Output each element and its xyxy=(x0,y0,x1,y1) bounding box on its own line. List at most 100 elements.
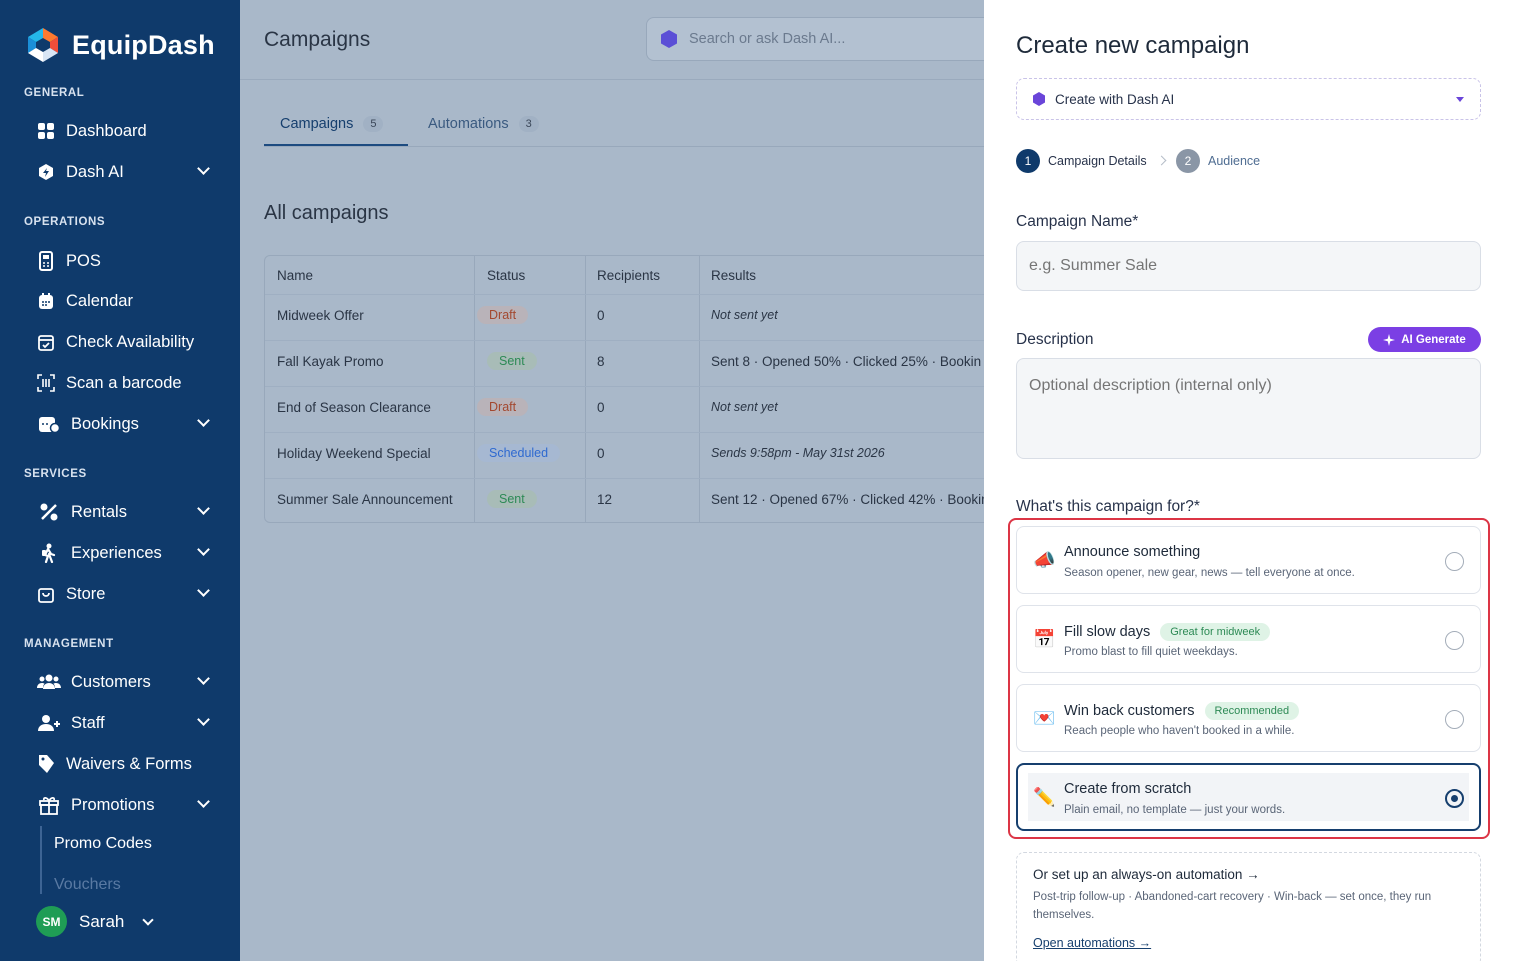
sidebar-item-rentals[interactable]: Rentals xyxy=(36,495,216,529)
sidebar-item-staff[interactable]: Staff xyxy=(36,706,216,740)
sidebar-item-label: Bookings xyxy=(71,414,139,433)
calendar-check-icon xyxy=(36,332,56,352)
sidebar-item-calendar[interactable]: Calendar xyxy=(36,284,216,318)
row-divider xyxy=(265,432,993,433)
sidebar-item-label: Promotions xyxy=(71,795,155,814)
recipients-count: 12 xyxy=(597,492,613,507)
row-divider xyxy=(265,478,993,479)
sidebar-item-store[interactable]: Store xyxy=(36,577,216,611)
chevron-down-icon xyxy=(142,913,155,926)
section-services: SERVICES xyxy=(24,468,87,480)
campaign-name-label: Campaign Name* xyxy=(1016,213,1139,230)
row-divider xyxy=(265,386,993,387)
shopping-bag-icon xyxy=(36,584,56,604)
campaign-name[interactable]: Midweek Offer xyxy=(277,308,364,323)
campaign-name[interactable]: End of Season Clearance xyxy=(277,400,431,415)
sidebar-item-bookings[interactable]: Bookings xyxy=(36,407,216,441)
chevron-down-icon xyxy=(197,162,210,175)
sidebar-item-waivers[interactable]: Waivers & Forms xyxy=(36,747,216,781)
pos-terminal-icon xyxy=(36,251,56,271)
chevron-down-icon xyxy=(197,672,210,685)
sidebar-item-promotions[interactable]: Promotions xyxy=(36,788,216,822)
purpose-label: What's this campaign for?* xyxy=(1016,498,1200,515)
create-campaign-drawer: Create new campaign Create with Dash AI … xyxy=(984,0,1513,961)
column-divider xyxy=(474,256,475,522)
sparkle-icon xyxy=(1383,333,1396,346)
sidebar-item-label: Calendar xyxy=(66,291,133,310)
sidebar-item-label: Dash AI xyxy=(66,162,124,181)
sidebar-item-experiences[interactable]: Experiences xyxy=(36,536,216,570)
chevron-down-icon xyxy=(197,713,210,726)
status-badge: Draft xyxy=(477,398,529,416)
sidebar-item-scan-barcode[interactable]: Scan a barcode xyxy=(36,366,216,400)
tab-automations[interactable]: Automations 3 xyxy=(428,116,539,132)
drawer-title: Create new campaign xyxy=(1016,32,1250,59)
campaigns-table: Name Status Recipients Results Midweek O… xyxy=(264,255,994,523)
sidebar-item-label: Scan a barcode xyxy=(66,373,182,392)
sidebar-item-label: Store xyxy=(66,584,106,603)
step-audience[interactable]: 2 Audience xyxy=(1176,149,1260,173)
highlight-box xyxy=(1008,518,1490,839)
tab-count: 3 xyxy=(518,116,539,132)
section-operations: OPERATIONS xyxy=(24,216,106,228)
open-automations-link[interactable]: Open automations → xyxy=(1033,936,1151,950)
bookings-icon xyxy=(36,414,61,434)
sidebar-item-check-availability[interactable]: Check Availability xyxy=(36,325,216,359)
tab-label: Automations xyxy=(428,116,509,132)
dash-ai-icon xyxy=(1033,92,1045,106)
sidebar-item-pos[interactable]: POS xyxy=(36,244,216,278)
logo-text: EquipDash xyxy=(72,29,215,60)
results-text: Sent 8 · Opened 50% · Clicked 25% · Book… xyxy=(711,354,982,369)
submenu-line xyxy=(40,826,42,894)
results-text: Not sent yet xyxy=(711,308,778,322)
hiker-icon xyxy=(36,543,61,563)
topbar: Campaigns Search or ask Dash AI... xyxy=(240,0,1006,80)
dash-ai-select[interactable]: Create with Dash AI xyxy=(1016,78,1481,120)
sidebar-item-label: Dashboard xyxy=(66,121,147,140)
sidebar: EquipDash GENERAL Dashboard Dash AI OPER… xyxy=(0,0,240,961)
section-management: MANAGEMENT xyxy=(24,638,114,650)
column-header[interactable]: Recipients xyxy=(597,268,660,283)
column-header[interactable]: Results xyxy=(711,268,756,283)
sidebar-subitem-promo-codes[interactable]: Promo Codes xyxy=(54,835,152,853)
logo[interactable]: EquipDash xyxy=(24,26,215,64)
dash-ai-icon xyxy=(661,30,677,48)
campaign-name[interactable]: Summer Sale Announcement xyxy=(277,492,453,507)
sidebar-item-label: Experiences xyxy=(71,543,162,562)
recipients-count: 0 xyxy=(597,308,605,323)
tag-icon xyxy=(36,754,56,774)
tab-label: Campaigns xyxy=(280,116,354,132)
sidebar-subitem-vouchers[interactable]: Vouchers xyxy=(54,876,121,894)
sidebar-item-dash-ai[interactable]: Dash AI xyxy=(36,155,216,189)
user-menu[interactable]: SM Sarah xyxy=(36,906,155,937)
chevron-right-icon xyxy=(1156,155,1167,166)
description-input[interactable] xyxy=(1016,358,1481,459)
automation-title[interactable]: Or set up an always-on automation → xyxy=(1033,867,1260,882)
step-number: 1 xyxy=(1016,149,1040,173)
sidebar-item-dashboard[interactable]: Dashboard xyxy=(36,114,216,148)
campaign-name-input[interactable] xyxy=(1016,241,1481,291)
step-campaign-details[interactable]: 1 Campaign Details xyxy=(1016,149,1147,173)
column-header[interactable]: Name xyxy=(277,268,313,283)
tab-campaigns[interactable]: Campaigns 5 xyxy=(280,116,384,132)
results-text: Sends 9:58pm - May 31st 2026 xyxy=(711,446,885,460)
chevron-down-icon xyxy=(197,543,210,556)
ai-generate-label: AI Generate xyxy=(1401,333,1466,346)
status-badge: Sent xyxy=(487,490,537,508)
description-label: Description xyxy=(1016,331,1094,348)
tabs: Campaigns 5 Automations 3 xyxy=(264,110,984,147)
search-input[interactable]: Search or ask Dash AI... xyxy=(646,17,1006,61)
chevron-down-icon xyxy=(197,795,210,808)
sidebar-item-customers[interactable]: Customers xyxy=(36,665,216,699)
search-placeholder: Search or ask Dash AI... xyxy=(689,31,846,47)
ai-generate-button[interactable]: AI Generate xyxy=(1368,327,1481,352)
status-badge: Scheduled xyxy=(477,444,561,462)
campaign-name[interactable]: Fall Kayak Promo xyxy=(277,354,384,369)
users-icon xyxy=(36,672,61,692)
results-text: Sent 12 · Opened 67% · Clicked 42% · Boo… xyxy=(711,492,989,507)
column-header[interactable]: Status xyxy=(487,268,525,283)
campaign-name[interactable]: Holiday Weekend Special xyxy=(277,446,431,461)
row-divider xyxy=(265,340,993,341)
column-divider xyxy=(585,256,586,522)
active-tab-indicator xyxy=(264,144,408,146)
